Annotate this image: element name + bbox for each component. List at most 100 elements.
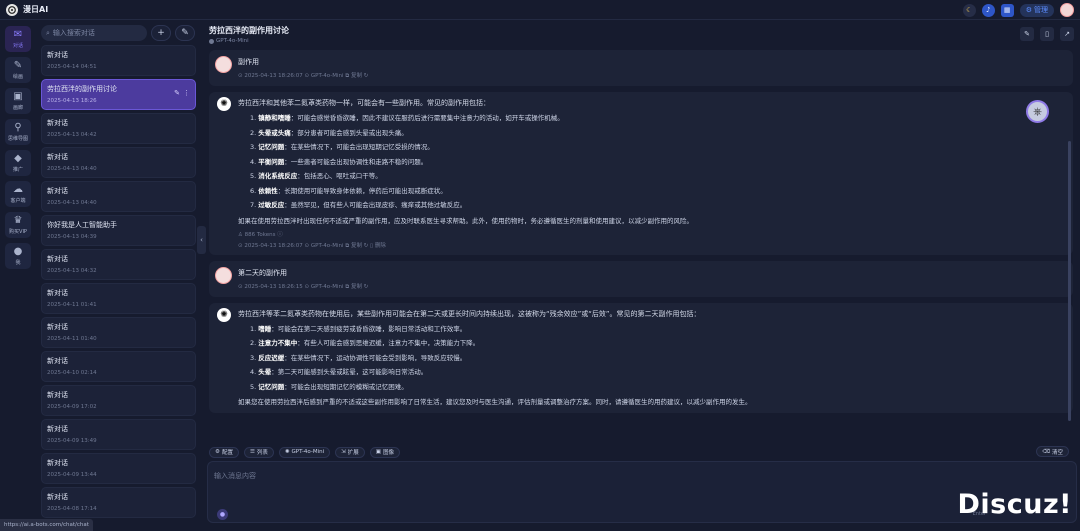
gear-icon: ⚙ <box>1025 6 1032 14</box>
bell-icon[interactable]: ♪ <box>981 3 995 17</box>
list-item[interactable]: 新对话 2025-04-11 01:41 <box>41 283 196 314</box>
list-item-term: 过敏反应 <box>258 201 285 209</box>
rail-item-label: 绘画 <box>12 73 23 80</box>
list-item-text: ：长期使用可能导致身体依赖，停药后可能出现戒断症状。 <box>277 186 447 195</box>
list-item[interactable]: 劳拉西泮的副作用讨论 2025-04-13 18:26 ✎ ⋮ <box>41 79 196 110</box>
edit-icon[interactable]: ✎ <box>174 89 180 97</box>
assistant-intro: 劳拉西泮等苯二氮䓬类药物在使用后，某些副作用可能会在第二天或更长时间内持续出现，… <box>238 309 701 318</box>
delete-icon[interactable]: ▯ <box>1040 27 1054 41</box>
clear-button[interactable]: ⌫ 清空 <box>1036 446 1069 457</box>
list-item-number: 4. <box>250 368 257 376</box>
list-item[interactable]: 你好我是人工智能助手 2025-04-13 04:39 <box>41 215 196 246</box>
toolbar-expand-button[interactable]: ⇲ 扩展 <box>335 446 365 458</box>
gear-icon: ⚙ <box>215 449 220 455</box>
list-item: 1. 镇静和嗜睡：可能会感觉昏昏欲睡，因此不建议在服药后进行需要集中注意力的活动… <box>250 111 1065 126</box>
manage-button[interactable]: ⚙ 管理 <box>1019 3 1054 17</box>
scrollbar[interactable] <box>1068 141 1071 421</box>
list-item: 6. 依赖性：长期使用可能导致身体依赖，停药后可能出现戒断症状。 <box>250 184 1065 199</box>
conversation-date: 2025-04-09 17:02 <box>47 404 97 410</box>
floating-assistant-icon[interactable]: ⎈ <box>1026 100 1049 123</box>
list-item-term: 依赖性 <box>258 186 278 195</box>
rail-item-gem[interactable]: ◆ 推广 <box>5 150 31 176</box>
rail-item-user[interactable]: ● 我 <box>5 243 31 269</box>
conversation-title: 新对话 <box>47 493 68 501</box>
conversation-panel: ⌕ 输入搜索对话 + ✎ 新对话 2025-04-14 04:51 劳拉西泮的副作用… <box>38 21 199 531</box>
conversation-title: 新对话 <box>47 391 68 399</box>
image-icon: ▣ <box>375 449 381 455</box>
more-icon[interactable]: ⋮ <box>183 89 190 97</box>
rail-item-gallery[interactable]: ▣ 画廊 <box>5 88 31 114</box>
conversation-title: 劳拉西泮的副作用讨论 <box>47 85 117 93</box>
chat-main: 劳拉西泮的副作用讨论 GPT-4o-Mini ✎ ▯ ↗ 副作用 ⊙ 2025-0… <box>207 21 1080 531</box>
list-item-text: ：在某些情况下，运动协调性可能会受到影响，导致反应较慢。 <box>284 353 467 362</box>
user-message-text: 第二天的副作用 <box>238 268 287 277</box>
conversation-date: 2025-04-11 01:40 <box>47 336 97 342</box>
message-meta: ⊙ 2025-04-13 18:26:07 ⊙ GPT-4o-Mini ⧉ 复制… <box>238 73 369 79</box>
rail-item-label: 我 <box>15 259 21 266</box>
message-input[interactable]: 输入消息内容 <box>214 471 256 481</box>
top-bar: 漫日AI ☾ ♪ ▦ ⚙ 管理 <box>0 0 1080 20</box>
list-item-number: 2. <box>250 339 257 347</box>
new-chat-button[interactable]: + <box>151 25 171 41</box>
composer-toolbar: ⚙ 配置 ☰ 列表 ✺ GPT-4o-Mini ⇲ 扩展 ▣ 图像 ⌫ 清空 <box>209 445 1075 459</box>
assistant-intro: 劳拉西泮和其他苯二氮䓬类药物一样，可能会有一些副作用。常见的副作用包括： <box>238 99 490 107</box>
list-icon: ☰ <box>249 449 255 455</box>
list-item-number: 4. <box>250 157 257 166</box>
avatar[interactable] <box>1060 3 1074 17</box>
grid-icon[interactable]: ▦ <box>1000 3 1014 17</box>
gallery-icon: ▣ <box>13 90 23 102</box>
list-item[interactable]: 新对话 2025-04-09 13:44 <box>41 453 196 484</box>
user-icon: ● <box>13 245 23 257</box>
rail-item-label: 对话 <box>12 42 23 49</box>
list-item-term: 头晕或头痛 <box>258 128 291 137</box>
search-input[interactable]: ⌕ 输入搜索对话 <box>41 25 147 41</box>
share-icon[interactable]: ↗ <box>1060 27 1074 41</box>
rail-item-cloud-download[interactable]: ☁ 客户端 <box>5 181 31 207</box>
app-logo-icon <box>6 3 18 16</box>
list-item-text: ：一些患者可能会出现协调性和走路不稳的问题。 <box>284 157 428 166</box>
assistant-list: 1. 镇静和嗜睡：可能会感觉昏昏欲睡，因此不建议在服药后进行需要集中注意力的活动… <box>250 111 1065 213</box>
toolbar-gear-button[interactable]: ⚙ 配置 <box>209 446 239 458</box>
conversation-title: 新对话 <box>47 323 68 331</box>
conversation-date: 2025-04-09 13:44 <box>47 472 97 478</box>
openai-icon: ✺ <box>217 307 231 322</box>
rail-item-crown[interactable]: ♛ 购买VIP <box>5 212 31 238</box>
list-item[interactable]: 新对话 2025-04-08 17:14 <box>41 487 196 518</box>
conversation-title: 新对话 <box>47 119 68 127</box>
toolbar-list-button[interactable]: ☰ 列表 <box>243 446 274 458</box>
rail-item-chat[interactable]: ✉ 对话 <box>5 26 31 52</box>
nav-rail: ✉ 对话 ✎ 绘画 ▣ 画廊 ⚲ 思维导图 ◆ 推广 ☁ 客户端 ♛ 购买VIP ● 我 <box>0 21 36 531</box>
list-item[interactable]: 新对话 2025-04-14 04:51 <box>41 45 196 76</box>
list-item: 5. 消化系统反应：包括恶心、呕吐或口干等。 <box>250 169 1065 184</box>
list-item[interactable]: 新对话 2025-04-11 01:40 <box>41 317 196 348</box>
conversation-title: 新对话 <box>47 425 68 433</box>
collapse-sidebar-button[interactable]: ‹ <box>197 226 206 254</box>
list-item[interactable]: 新对话 2025-04-13 04:40 <box>41 181 196 212</box>
message-composer[interactable]: 输入消息内容 ● Enter <box>207 461 1077 523</box>
list-item[interactable]: 新对话 2025-04-13 04:32 <box>41 249 196 280</box>
list-item-text: ：可能会出现短期记忆的模糊或记忆困难。 <box>284 382 408 391</box>
assistant-message: ✺ 劳拉西泮和其他苯二氮䓬类药物一样，可能会有一些副作用。常见的副作用包括： 1. … <box>209 92 1073 255</box>
toolbar-button-label: 扩展 <box>347 450 359 456</box>
list-item-number: 2. <box>250 128 257 137</box>
list-item: 3. 反应迟缓：在某些情况下，运动协调性可能会受到影响，导致反应较慢。 <box>250 351 1065 366</box>
list-item[interactable]: 新对话 2025-04-09 17:02 <box>41 385 196 416</box>
chat-icon: ✉ <box>13 28 23 40</box>
rail-item-paint[interactable]: ✎ 绘画 <box>5 57 31 83</box>
crown-icon: ♛ <box>13 214 23 226</box>
theme-toggle-icon[interactable]: ☾ <box>962 3 976 17</box>
list-item-text: ：可能会感觉昏昏欲睡，因此不建议在服药后进行需要集中注意力的活动，如开车或操作机… <box>290 114 564 122</box>
toolbar-openai-button[interactable]: ✺ GPT-4o-Mini <box>278 446 331 458</box>
list-item[interactable]: 新对话 2025-04-09 13:49 <box>41 419 196 450</box>
edit-icon[interactable]: ✎ <box>1020 27 1034 41</box>
list-item[interactable]: 新对话 2025-04-13 04:40 <box>41 147 196 178</box>
clean-button[interactable]: ✎ <box>175 25 195 41</box>
microphone-icon[interactable]: ● <box>217 509 228 520</box>
rail-item-mindmap[interactable]: ⚲ 思维导图 <box>5 119 31 145</box>
list-item[interactable]: 新对话 2025-04-13 04:42 <box>41 113 196 144</box>
list-item[interactable]: 新对话 2025-04-10 02:14 <box>41 351 196 382</box>
list-item-text: ：包括恶心、呕吐或口干等。 <box>297 172 382 180</box>
conversation-date: 2025-04-13 04:40 <box>47 166 97 172</box>
list-item-number: 3. <box>250 143 257 151</box>
toolbar-image-button[interactable]: ▣ 图像 <box>369 446 401 458</box>
